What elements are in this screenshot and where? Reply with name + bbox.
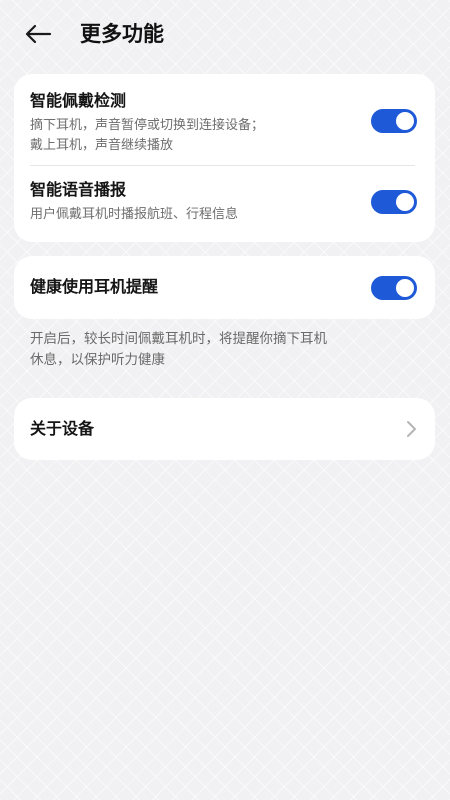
toggle-knob bbox=[396, 112, 414, 130]
about-device-row[interactable]: 关于设备 bbox=[14, 398, 435, 460]
note-line1: 开启后，较长时间佩戴耳机时，将提醒你摘下耳机 bbox=[30, 331, 327, 347]
chevron-right-icon bbox=[407, 421, 416, 437]
settings-card-smart: 智能佩戴检测 摘下耳机，声音暂停或切换到连接设备； 戴上耳机，声音继续播放 智能… bbox=[14, 74, 435, 242]
divider bbox=[30, 165, 415, 166]
page-title: 更多功能 bbox=[80, 22, 164, 46]
toggle-knob bbox=[396, 193, 414, 211]
wear-detection-description-line2: 戴上耳机，声音继续播放 bbox=[30, 138, 174, 153]
arrow-left-icon bbox=[25, 24, 52, 44]
voice-broadcast-toggle[interactable] bbox=[371, 190, 417, 214]
settings-card-health: 健康使用耳机提醒 bbox=[14, 256, 435, 319]
top-bar: 更多功能 bbox=[0, 0, 450, 70]
wear-detection-toggle[interactable] bbox=[371, 109, 417, 133]
toggle-knob bbox=[396, 279, 414, 297]
about-device-content: 关于设备 bbox=[14, 418, 435, 440]
back-button[interactable] bbox=[24, 18, 60, 50]
about-device-label: 关于设备 bbox=[30, 419, 95, 438]
wear-detection-title: 智能佩戴检测 bbox=[30, 91, 127, 110]
note-line2: 休息，以保护听力健康 bbox=[30, 352, 165, 368]
health-reminder-toggle[interactable] bbox=[371, 276, 417, 300]
health-reminder-note: 开启后，较长时间佩戴耳机时，将提醒你摘下耳机 休息，以保护听力健康 bbox=[30, 329, 430, 371]
